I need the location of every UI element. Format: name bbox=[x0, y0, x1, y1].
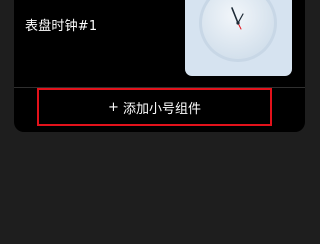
plus-icon: + bbox=[108, 99, 119, 115]
widget-card: 表盘时钟#1 + 添加小号组件 bbox=[14, 0, 305, 132]
widget-name: 表盘时钟#1 bbox=[25, 19, 98, 34]
add-small-widget-label: 添加小号组件 bbox=[122, 101, 201, 117]
add-small-widget-button[interactable]: + 添加小号组件 bbox=[37, 88, 272, 126]
clock-face-icon bbox=[199, 0, 277, 62]
widget-preview[interactable] bbox=[185, 0, 292, 76]
